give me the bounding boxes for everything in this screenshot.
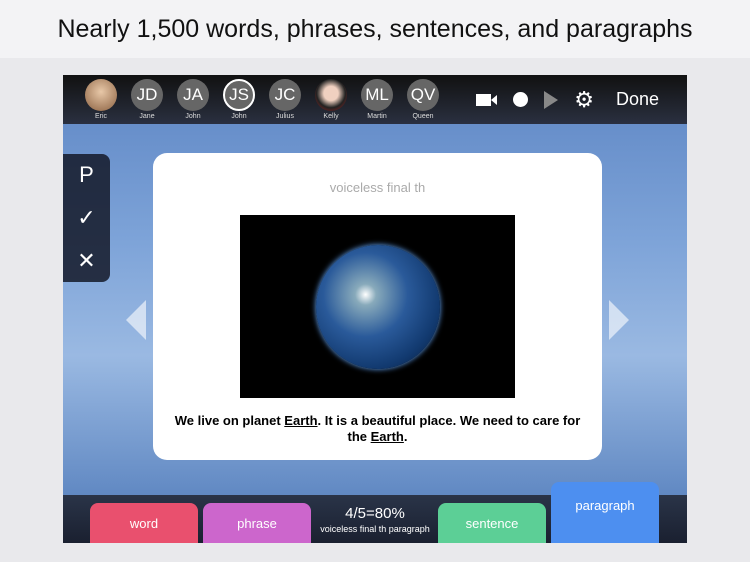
user-julius[interactable]: JC Julius (262, 79, 308, 120)
user-name: Kelly (323, 113, 339, 120)
avatar: JS (223, 79, 255, 111)
paragraph-button[interactable]: paragraph (551, 482, 659, 543)
avatar (315, 79, 347, 111)
user-name: Julius (276, 113, 294, 120)
p-button[interactable]: P (79, 162, 94, 188)
avatar (85, 79, 117, 111)
word-button[interactable]: word (90, 503, 198, 543)
gear-icon[interactable]: ⚙ (574, 87, 594, 113)
next-arrow-icon[interactable] (609, 300, 629, 340)
user-name: John (231, 113, 247, 120)
card-title: voiceless final th (329, 180, 426, 195)
score-subtitle: voiceless final th paragraph (320, 524, 430, 534)
avatar: JC (269, 79, 301, 111)
avatar: JD (131, 79, 163, 111)
user-eric[interactable]: Eric (78, 79, 124, 120)
check-icon[interactable]: ✓ (77, 205, 95, 231)
user-martin[interactable]: ML Martin (354, 79, 400, 120)
earth-image (240, 215, 515, 398)
previous-arrow-icon[interactable] (126, 300, 146, 340)
avatar: JA (177, 79, 209, 111)
user-john[interactable]: JS John (216, 79, 262, 120)
controls: ⚙ Done (476, 75, 687, 124)
user-jane[interactable]: JD Jane (124, 79, 170, 120)
sentence-text: We live on planet (174, 413, 285, 428)
side-panel: P ✓ ✕ (63, 154, 110, 282)
user-kelly[interactable]: Kelly (308, 79, 354, 120)
card-sentence: We live on planet Earth. It is a beautif… (173, 413, 582, 445)
caption: Nearly 1,500 words, phrases, sentences, … (0, 0, 750, 58)
done-button[interactable]: Done (616, 89, 659, 110)
user-name: Queen (412, 113, 434, 120)
app-window: Eric JD Jane JA John JS John JC Julius Kelly ML Mar… (63, 75, 687, 543)
user-queen[interactable]: QV Queen (400, 79, 446, 120)
score: 4/5=80% voiceless final th paragraph (315, 505, 435, 534)
sentence-text: . (403, 429, 408, 444)
earth-icon (315, 244, 440, 369)
sentence-text: . It is a beautiful place. We need to ca… (317, 413, 581, 444)
user-name: Eric (94, 113, 108, 120)
user-name: Jane (139, 113, 155, 120)
target-word: Earth (284, 413, 318, 428)
user-name: Martin (367, 113, 387, 120)
close-icon[interactable]: ✕ (77, 248, 95, 274)
user-name: John (185, 113, 201, 120)
card: voiceless final th We live on planet Ear… (153, 153, 602, 460)
video-camera-icon[interactable] (476, 93, 498, 106)
record-icon[interactable] (513, 92, 529, 107)
avatar: QV (407, 79, 439, 111)
sentence-button[interactable]: sentence (438, 503, 546, 543)
target-word: Earth (370, 429, 404, 444)
avatar: ML (361, 79, 393, 111)
phrase-button[interactable]: phrase (203, 503, 311, 543)
user-john[interactable]: JA John (170, 79, 216, 120)
score-value: 4/5=80% (345, 505, 405, 522)
play-icon[interactable] (544, 90, 559, 109)
